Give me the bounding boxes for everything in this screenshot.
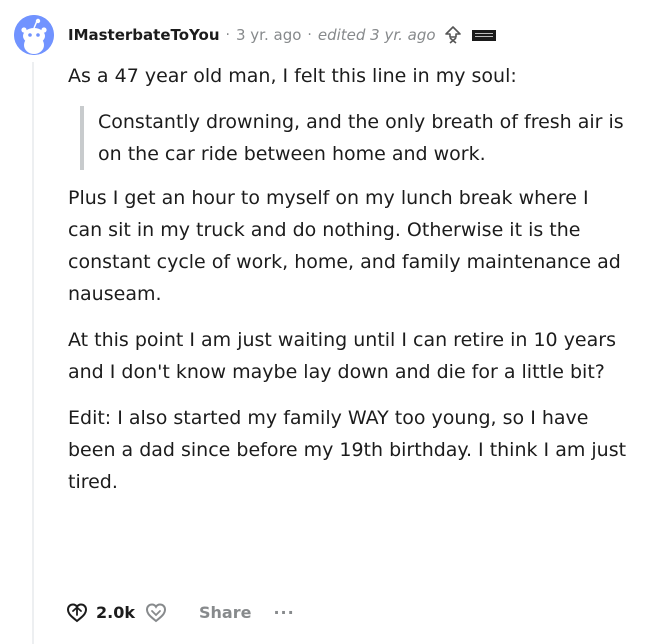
share-button[interactable]: Share [199, 603, 251, 622]
comment-actions: 2.0k Share ··· [64, 596, 295, 628]
comment-age[interactable]: 3 yr. ago [236, 26, 301, 44]
vote-count: 2.0k [96, 602, 135, 622]
edited-label: edited 3 yr. ago [317, 26, 436, 44]
upvote-icon[interactable] [64, 599, 90, 625]
meta-separator-2: · [307, 27, 312, 43]
blockquote: Constantly drowning, and the only breath… [80, 106, 628, 170]
avatar[interactable] [14, 15, 54, 55]
more-options-button[interactable]: ··· [273, 603, 294, 622]
meta-separator: · [225, 27, 230, 43]
comment-paragraph: Plus I get an hour to myself on my lunch… [68, 187, 621, 305]
downvote-icon[interactable] [143, 599, 169, 625]
comment-body: As a 47 year old man, I felt this line i… [68, 60, 628, 512]
comment-paragraph: As a 47 year old man, I felt this line i… [68, 65, 517, 87]
quote-text: Constantly drowning, and the only breath… [98, 111, 624, 165]
snoo-avatar-icon [14, 15, 54, 55]
comment-paragraph: At this point I am just waiting until I … [68, 329, 616, 383]
username-link[interactable]: IMasterbateToYou [68, 26, 220, 44]
thread-line[interactable] [32, 62, 34, 644]
comment-header: IMasterbateToYou · 3 yr. ago · edited 3 … [68, 22, 496, 48]
award-badge-icon[interactable] [471, 29, 496, 41]
award-icon[interactable] [442, 24, 464, 46]
comment-paragraph: Edit: I also started my family WAY too y… [68, 407, 627, 493]
